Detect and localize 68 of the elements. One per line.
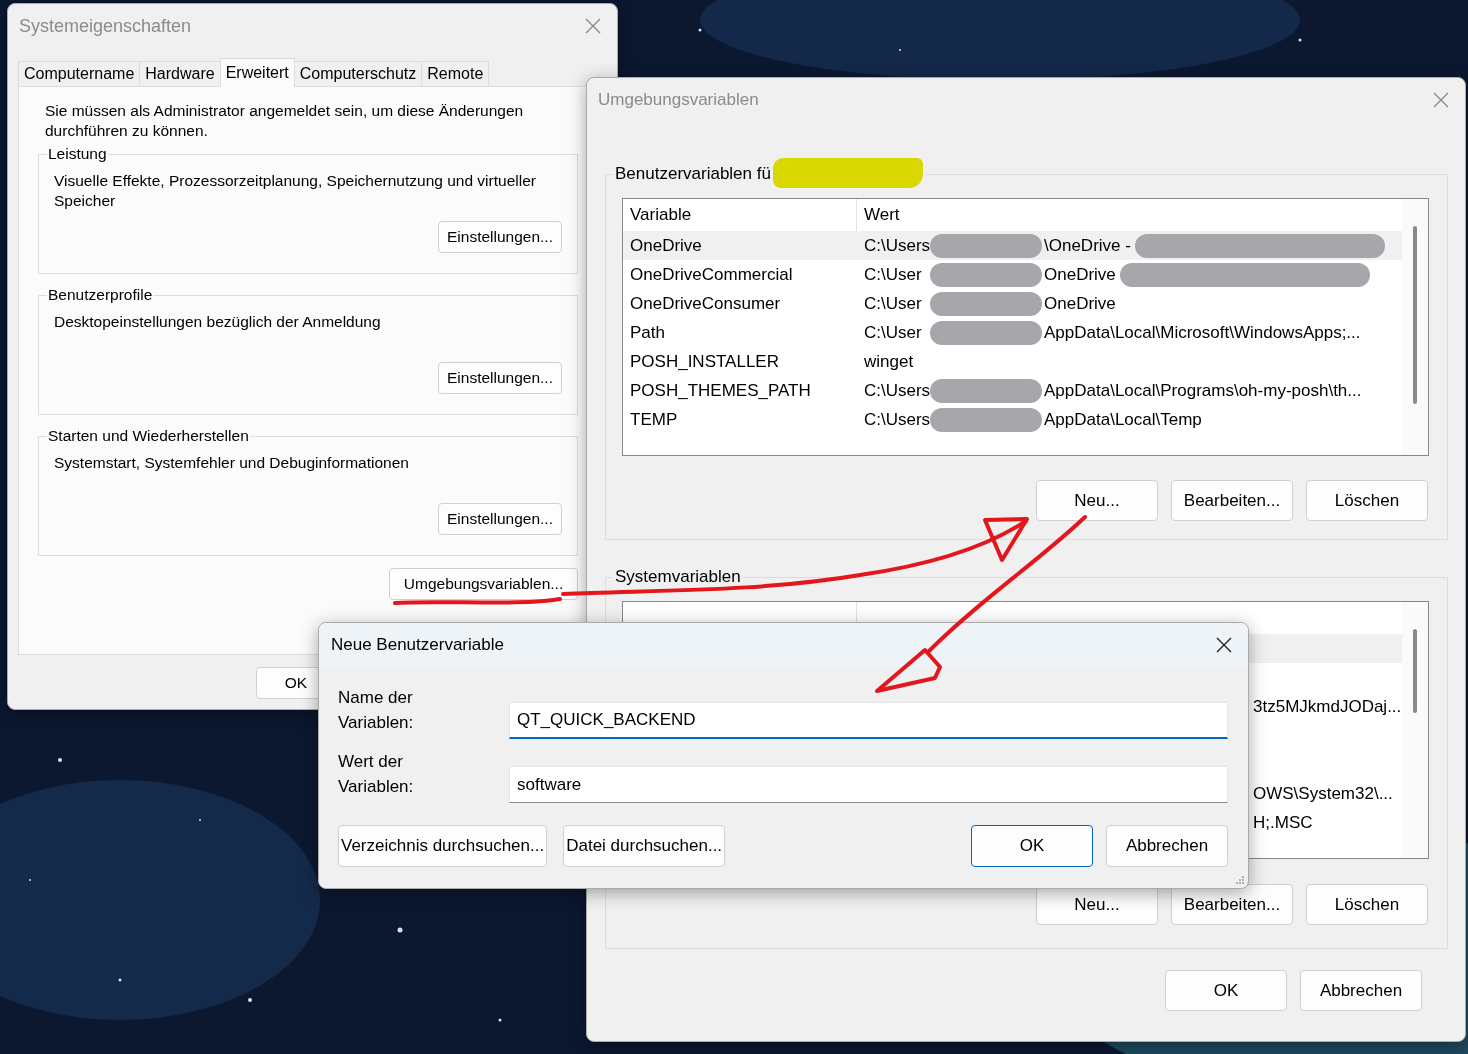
table-cell: C:\Users	[864, 409, 930, 430]
table-cell: OneDrive	[1044, 264, 1116, 285]
browse-button[interactable]: Datei durchsuchen...	[563, 825, 726, 867]
settings-button[interactable]: Einstellungen...	[438, 362, 562, 394]
table-cell-text: Path	[629, 322, 666, 343]
table-row[interactable]: POSH_THEMES_PATH C:\Users AppData\Local\Programs\oh-my-posh\th...	[623, 376, 1402, 405]
dialog-title: Neue Benutzervariable	[331, 635, 504, 655]
table-cell: OWS\System32\...	[1253, 783, 1393, 804]
table-cell-text: OneDrive	[629, 235, 703, 256]
notice-text: Sie müssen als Administrator angemeldet sein, um diese Änderungen durchführen zu können.	[45, 101, 525, 141]
scroll-thumb[interactable]	[1413, 226, 1417, 404]
table-cell-text: C:\User	[864, 293, 923, 314]
table-row[interactable]: POSH_INSTALLER winget	[623, 347, 1402, 376]
window-title: Systemeigenschaften	[19, 15, 192, 37]
settings-button[interactable]: Einstellungen...	[438, 221, 562, 253]
table-row[interactable]: TEMP C:\Users AppData\Local\Temp	[623, 405, 1402, 434]
table-cell: C:\Users	[864, 235, 930, 256]
browse-button[interactable]: Verzeichnis durchsuchen...	[338, 825, 548, 867]
tab[interactable]: Computername	[18, 61, 141, 86]
table-cell-text: C:\User	[864, 264, 923, 285]
group-description: Visuelle Effekte, Prozessorzeitplanung, Speichernutzung und virtueller Speicher	[54, 171, 537, 211]
table-cell-text: POSH_THEMES_PATH	[629, 380, 812, 401]
group-title: Benutzerprofile	[47, 286, 154, 304]
table-row[interactable]: OneDriveConsumer C:\User OneDrive	[623, 289, 1402, 318]
table-cell-text: POSH_INSTALLER	[629, 351, 780, 372]
group-title: Leistung	[47, 145, 108, 163]
group-description: Desktopeinstellungen bezüglich der Anmeldung	[54, 312, 382, 332]
dialog-button[interactable]: Abbrechen	[1106, 825, 1228, 867]
table-cell: C:\Users	[864, 380, 930, 401]
table-cell: AppData\Local\Temp	[1044, 409, 1202, 430]
environment-variables-button[interactable]: Umgebungsvariablen...	[389, 568, 578, 600]
group-title: Systemvariablen	[614, 567, 742, 587]
table-row[interactable]: OneDrive C:\Users \OneDrive -	[623, 231, 1402, 260]
table-cell-text: winget	[864, 351, 915, 372]
action-button[interactable]: Löschen	[1306, 884, 1428, 925]
scroll-thumb[interactable]	[1413, 629, 1417, 713]
table-row[interactable]: OneDriveCommercial C:\User OneDrive	[623, 260, 1402, 289]
group-title: Benutzervariablen fü	[615, 164, 771, 184]
table-cell-text: C:\User	[864, 322, 923, 343]
input-field[interactable]: QT_QUICK_BACKEND	[509, 702, 1228, 739]
settings-button[interactable]: Einstellungen...	[438, 503, 562, 535]
group-title: Starten und Wiederherstellen	[47, 427, 250, 445]
action-button[interactable]: Neu...	[1036, 480, 1158, 521]
table-cell: H;.MSC	[1253, 812, 1313, 833]
action-button[interactable]: Bearbeiten...	[1171, 480, 1293, 521]
field-label: Name der Variablen:	[338, 687, 415, 734]
close-icon[interactable]	[1216, 637, 1232, 653]
dialog-button[interactable]: OK	[1165, 970, 1287, 1011]
table-cell-text: OneDriveCommercial	[629, 264, 794, 285]
action-button[interactable]: Löschen	[1306, 480, 1428, 521]
column-header[interactable]: Wert	[857, 205, 900, 225]
tab[interactable]: Remote	[421, 61, 490, 86]
group-description: Systemstart, Systemfehler und Debuginformationen	[54, 453, 410, 473]
action-button[interactable]: Bearbeiten...	[1171, 884, 1293, 925]
table-cell: OneDrive	[1044, 293, 1116, 314]
dialog-button[interactable]: Abbrechen	[1300, 970, 1422, 1011]
table-cell: AppData\Local\Programs\oh-my-posh\th...	[1044, 380, 1362, 401]
table-row[interactable]: Path C:\User AppData\Local\Microsoft\WindowsApps;...	[623, 318, 1402, 347]
table-cell-text: TEMP	[629, 409, 679, 430]
table-cell: \OneDrive -	[1044, 235, 1131, 256]
dialog-button[interactable]: OK	[971, 825, 1093, 867]
field-label: Wert der Variablen:	[338, 751, 415, 798]
input-field[interactable]: software	[509, 766, 1228, 803]
table-cell-text: OneDriveConsumer	[629, 293, 782, 314]
table-cell: AppData\Local\Microsoft\WindowsApps;...	[1044, 322, 1361, 343]
window-title: Umgebungsvariablen	[598, 90, 759, 110]
resize-grip-icon[interactable]	[1235, 875, 1245, 885]
tab[interactable]: Erweitert	[219, 58, 295, 87]
